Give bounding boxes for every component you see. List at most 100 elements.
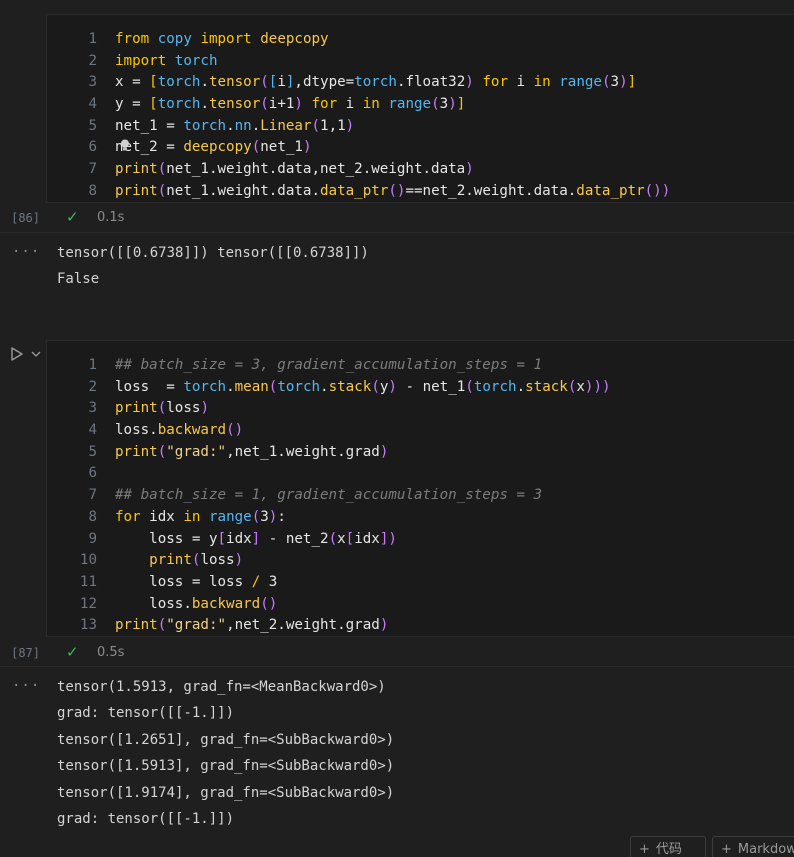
code-token: () (388, 182, 406, 199)
code-token: ( (465, 378, 474, 395)
code-line[interactable]: 6 net_2 = deepcopy(net_1) (47, 137, 794, 159)
code-line[interactable]: 2 import torch (47, 51, 794, 73)
code-line[interactable]: 5 net_1 = torch.nn.Linear(1,1) (47, 116, 794, 138)
line-number: 3 (88, 74, 97, 91)
code-token: () (226, 422, 244, 439)
code-line[interactable]: 3x = [torch.tensor([i],dtype=torch.float… (47, 72, 794, 94)
code-token: ( (157, 443, 167, 460)
code-token: ( (251, 508, 261, 525)
line-number: 2 (88, 52, 97, 69)
code-line[interactable]: 4 loss.backward() (47, 420, 794, 442)
code-token: ( (157, 182, 167, 199)
code-token: import (115, 52, 167, 69)
code-token: loss (200, 552, 235, 569)
add-code-cell-button[interactable]: + 代码 (630, 836, 706, 857)
code-token: 3 (260, 508, 269, 525)
code-token: backward (157, 422, 227, 439)
line-number: 5 (88, 117, 97, 134)
code-text: print(net_1.weight.data,net_2.weight.dat… (115, 159, 474, 181)
code-token: ) (294, 96, 303, 113)
code-token: [ (149, 74, 158, 91)
code-token: : (277, 508, 286, 525)
code-token: tensor (208, 74, 261, 91)
output-menu-icon[interactable]: ··· (12, 678, 40, 694)
code-line[interactable]: 3 print(loss) (47, 398, 794, 420)
code-token: print (115, 400, 158, 417)
code-token: ( (157, 161, 167, 178)
code-token: range (208, 508, 252, 525)
line-number: 9 (88, 530, 97, 547)
code-token: x (576, 378, 585, 395)
code-editor[interactable]: 1 ## batch_size = 3, gradient_accumulatio… (47, 355, 794, 637)
code-cell-1[interactable]: 1 from copy import deepcopy 2 import torch 3… (46, 14, 794, 203)
code-text: loss = loss / 3 (115, 572, 277, 594)
code-token: ,net_2.weight.grad (226, 617, 380, 634)
code-line[interactable]: 2 loss = torch.mean(torch.stack(y) - net_… (47, 377, 794, 399)
code-token: ] (456, 96, 466, 113)
output-line: tensor([1.2651], grad_fn=<SubBackward0>) (57, 731, 395, 748)
code-token: "grad:" (166, 443, 227, 460)
code-token: for (311, 96, 338, 113)
output-line: tensor([1.5913], grad_fn=<SubBackward0>) (57, 758, 395, 775)
code-token: ( (328, 530, 338, 547)
code-token: [ (217, 530, 227, 547)
code-line[interactable]: 8 print(net_1.weight.data.data_ptr()==net… (47, 181, 794, 203)
code-editor[interactable]: 1 from copy import deepcopy 2 import torch 3… (47, 29, 794, 203)
code-token: idx (354, 530, 380, 547)
code-token: loss. (115, 595, 192, 612)
code-token: ) (234, 552, 244, 569)
code-token: torch (183, 378, 227, 395)
code-line[interactable]: 4y = [torch.tensor(i+1) for i in range(3… (47, 94, 794, 116)
code-token: ) (619, 74, 628, 91)
code-token: ] (251, 530, 261, 547)
code-cell-2[interactable]: 1 ## batch_size = 3, gradient_accumulatio… (46, 340, 794, 637)
code-token: loss (166, 400, 201, 417)
code-token: ) (200, 400, 209, 417)
output-line: tensor([1.9174], grad_fn=<SubBackward0>) (57, 784, 395, 801)
code-token: 3 (610, 74, 620, 91)
code-line[interactable]: 13 print("grad:",net_2.weight.grad) (47, 615, 794, 637)
execution-duration: 0.5s (97, 645, 125, 660)
code-text: net_2 = deepcopy(net_1) (115, 137, 312, 159)
code-text: ## batch_size = 3, gradient_accumulation… (115, 355, 542, 377)
code-token: ( (260, 96, 269, 113)
run-cell-button[interactable] (10, 345, 44, 363)
code-line[interactable]: 10 print(loss) (47, 550, 794, 572)
code-token: ( (251, 139, 261, 156)
line-number: 1 (88, 357, 97, 373)
code-token: copy (157, 31, 192, 47)
code-token: ) (379, 617, 389, 634)
code-token: import (200, 31, 252, 47)
code-token: . (226, 378, 235, 395)
code-token: torch (183, 117, 227, 134)
code-line[interactable]: 9 loss = y[idx] - net_2(x[idx]) (47, 529, 794, 551)
code-line[interactable]: 6 (47, 463, 794, 485)
code-text: ## batch_size = 1, gradient_accumulation… (115, 485, 542, 507)
code-line[interactable]: 7 print(net_1.weight.data,net_2.weight.da… (47, 159, 794, 181)
code-token: range (559, 74, 602, 91)
code-line[interactable]: 12 loss.backward() (47, 594, 794, 616)
code-line[interactable]: 11 loss = loss / 3 (47, 572, 794, 594)
add-markdown-cell-button[interactable]: + Markdown (712, 836, 794, 857)
code-token: deepcopy (260, 31, 329, 47)
add-markdown-label: Markdown (737, 842, 794, 857)
code-line[interactable]: 7 ## batch_size = 1, gradient_accumulatio… (47, 485, 794, 507)
output-line: tensor([[0.6738]]) tensor([[0.6738]]) (57, 245, 369, 261)
code-token: () (260, 595, 278, 612)
code-token: ( (311, 117, 321, 134)
output-menu-icon[interactable]: ··· (12, 244, 40, 260)
code-token: ) (448, 96, 457, 113)
code-token: for (115, 508, 141, 525)
code-token: ## batch_size = 3, gradient_accumulation… (115, 357, 543, 373)
code-line[interactable]: 1 from copy import deepcopy (47, 29, 794, 51)
code-line[interactable]: 5 print("grad:",net_1.weight.grad) (47, 442, 794, 464)
code-line[interactable]: 1 ## batch_size = 3, gradient_accumulatio… (47, 355, 794, 377)
lightbulb-icon[interactable] (118, 138, 132, 152)
code-token: y = (115, 96, 150, 113)
code-line[interactable]: 8 for idx in range(3): (47, 507, 794, 529)
